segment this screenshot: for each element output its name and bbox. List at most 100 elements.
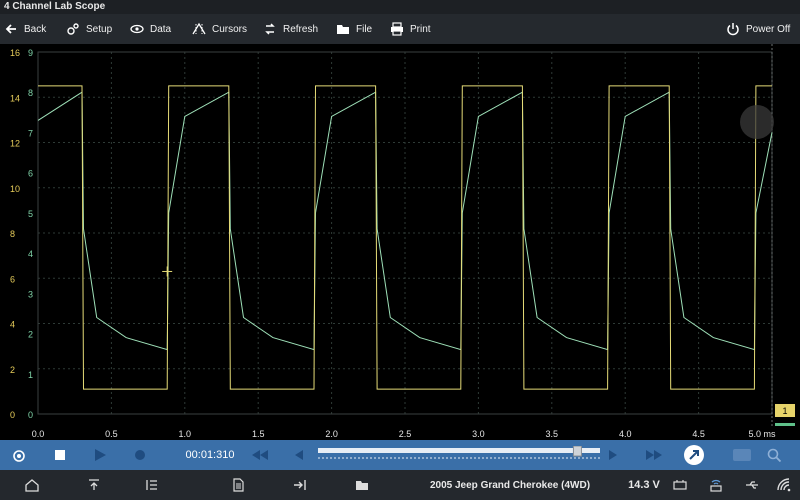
x-axis-tick-label: 3.0: [472, 429, 485, 439]
wireless-device-button[interactable]: [704, 470, 728, 500]
record-button[interactable]: [130, 440, 150, 470]
play-button[interactable]: [90, 440, 110, 470]
right-axis-tick-label: 0: [28, 410, 33, 420]
wifi-icon: [777, 478, 791, 492]
back-arrow-icon: [5, 24, 16, 34]
battery-icon: [673, 480, 687, 490]
list-view-button[interactable]: [140, 470, 164, 500]
x-axis-tick-label: 2.5: [399, 429, 412, 439]
scroll-top-icon: [89, 479, 99, 490]
scope-chart[interactable]: 1614121086420987654321012: [0, 44, 800, 426]
step-back-button[interactable]: [292, 440, 306, 470]
trigger-handle: [740, 105, 774, 139]
left-axis-tick-label: 0: [10, 410, 15, 420]
vehicle-name: 2005 Jeep Grand Cherokee (4WD): [429, 479, 591, 491]
window-title: 4 Channel Lab Scope: [4, 1, 106, 12]
camera-icon: [13, 450, 25, 462]
x-axis-tick-label: 4.0: [619, 429, 632, 439]
fast-forward-button[interactable]: [644, 440, 664, 470]
x-axis-tick-label: 3.5: [546, 429, 559, 439]
export-button[interactable]: [288, 470, 312, 500]
expand-icon: [684, 445, 704, 465]
home-button[interactable]: [20, 470, 44, 500]
x-axis-tick-label: 1.0: [179, 429, 192, 439]
series-2-trace: [37, 91, 773, 351]
playback-scrubber[interactable]: [318, 445, 600, 464]
right-axis-tick-label: 9: [28, 48, 33, 58]
scope-plot[interactable]: 1614121086420987654321012: [0, 44, 800, 426]
refresh-icon: [265, 23, 275, 35]
window-titlebar: 4 Channel Lab Scope: [0, 0, 800, 14]
channel-marker-label: 1: [782, 406, 787, 416]
power-icon: [727, 23, 739, 36]
usb-button[interactable]: [740, 470, 764, 500]
left-axis-tick-label: 2: [10, 365, 15, 375]
capture-button[interactable]: [8, 440, 30, 470]
eye-icon: [130, 24, 144, 34]
wireless-device-icon: [710, 479, 722, 492]
step-forward-icon: [609, 450, 617, 460]
right-axis-tick-label: 1: [28, 370, 33, 380]
x-axis-band: 0.0 0.5 1.0 1.5 2.0 2.5 3.0 3.5 4.0 4.5 5.0 ms: [0, 426, 800, 440]
scrubber-track[interactable]: [318, 445, 600, 464]
x-axis-tick-label: 4.5: [692, 429, 705, 439]
cursors-button[interactable]: Cursors: [192, 14, 247, 44]
cursors-label: Cursors: [212, 23, 248, 35]
data-label: Data: [150, 23, 172, 35]
stop-button[interactable]: [50, 440, 70, 470]
left-axis-tick-label: 4: [10, 320, 15, 330]
wifi-button[interactable]: [772, 470, 796, 500]
right-axis-tick-label: 2: [28, 330, 33, 340]
refresh-button[interactable]: Refresh: [263, 14, 318, 44]
print-button[interactable]: Print: [390, 14, 431, 44]
folder-icon: [356, 481, 368, 490]
step-back-icon: [295, 450, 303, 460]
left-axis-tick-label: 12: [10, 139, 20, 149]
folder-icon: [337, 25, 349, 34]
keyboard-button[interactable]: [730, 440, 754, 470]
stop-icon: [55, 450, 65, 460]
right-axis-tick-label: 6: [28, 169, 33, 179]
export-icon: [294, 480, 306, 490]
keyboard-icon: [733, 449, 751, 461]
back-label: Back: [24, 23, 47, 35]
zoom-button[interactable]: [764, 440, 784, 470]
x-axis: 0.0 0.5 1.0 1.5 2.0 2.5 3.0 3.5 4.0 4.5 5.0 ms: [32, 429, 776, 439]
scrubber-bar[interactable]: [318, 448, 600, 453]
left-axis-tick-label: 8: [10, 229, 15, 239]
usb-icon: [746, 481, 758, 489]
battery-button[interactable]: [668, 470, 692, 500]
data-button[interactable]: Data: [130, 14, 171, 44]
magnifier-icon: [767, 448, 781, 462]
document-icon: [233, 478, 244, 492]
right-axis-tick-label: 7: [28, 128, 33, 138]
cursors-icon: [192, 22, 206, 35]
power-off-label: Power Off: [746, 23, 791, 35]
setup-label: Setup: [86, 23, 113, 35]
status-bar: 2005 Jeep Grand Cherokee (4WD) 14.3 V: [0, 470, 800, 500]
refresh-label: Refresh: [283, 23, 319, 35]
left-axis-tick-label: 6: [10, 274, 15, 284]
toolbar: Back Setup Data Cursors Refresh File Pri…: [0, 14, 800, 44]
fast-forward-icon: [646, 450, 662, 460]
right-axis-tick-label: 4: [28, 249, 33, 259]
right-axis-tick-label: 3: [28, 289, 33, 299]
back-button[interactable]: Back: [4, 14, 46, 44]
playback-controls: 00:01:310: [0, 440, 800, 470]
scrubber-thumb[interactable]: [572, 445, 582, 457]
left-axis-tick-label: 10: [10, 184, 20, 194]
list-icon: [146, 480, 157, 490]
setup-button[interactable]: Setup: [66, 14, 112, 44]
folder-button[interactable]: [350, 470, 374, 500]
power-off-button[interactable]: Power Off: [726, 14, 790, 44]
x-axis-tick-label: 5.0 ms: [748, 429, 776, 439]
file-label: File: [356, 23, 373, 35]
step-forward-button[interactable]: [606, 440, 620, 470]
report-button[interactable]: [226, 470, 250, 500]
playback-time: 00:01:310: [185, 449, 235, 461]
file-button[interactable]: File: [336, 14, 372, 44]
scroll-top-button[interactable]: [82, 470, 106, 500]
fullscreen-toggle[interactable]: [682, 440, 706, 470]
rewind-button[interactable]: [250, 440, 270, 470]
rewind-icon: [252, 450, 268, 460]
